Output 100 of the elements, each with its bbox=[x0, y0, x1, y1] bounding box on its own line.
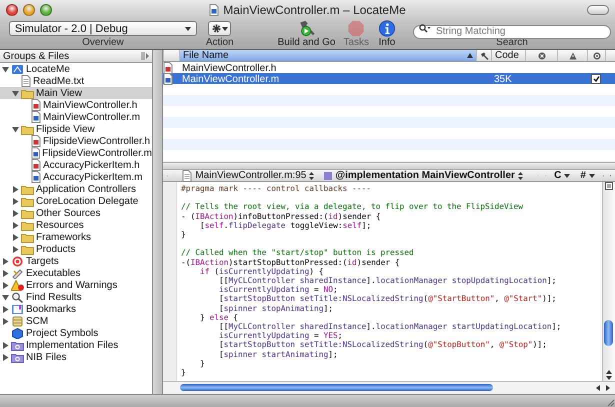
tree-item[interactable]: Flipside View bbox=[0, 123, 152, 135]
disclosure-triangle-icon[interactable] bbox=[12, 246, 19, 252]
hammer-icon bbox=[480, 52, 488, 60]
project-icon bbox=[11, 64, 24, 74]
source-file-icon bbox=[31, 111, 41, 123]
file-popup[interactable]: MainViewController.m:95 bbox=[180, 170, 316, 182]
action-button[interactable] bbox=[208, 21, 232, 36]
scroll-down-arrow-icon[interactable] bbox=[606, 375, 612, 381]
horizontal-scrollbar[interactable] bbox=[163, 381, 615, 394]
disclosure-triangle-icon[interactable] bbox=[2, 270, 9, 276]
close-button[interactable] bbox=[6, 4, 18, 16]
scroll-left-arrow-icon[interactable] bbox=[595, 385, 601, 391]
caret-icon bbox=[184, 26, 191, 30]
scroll-right-arrow-icon[interactable] bbox=[605, 385, 611, 391]
symbol-popup[interactable]: @implementation MainViewController bbox=[322, 170, 525, 181]
tree-item[interactable]: FlipsideViewController.h bbox=[0, 135, 152, 147]
disclosure-triangle-icon[interactable] bbox=[2, 318, 9, 324]
sidebar-title: Groups & Files bbox=[3, 50, 70, 62]
tree-item[interactable]: AccuracyPickerItem.m bbox=[0, 171, 152, 183]
column-header[interactable]: Code bbox=[491, 50, 525, 61]
target-icon bbox=[11, 256, 24, 266]
folder-icon bbox=[21, 208, 34, 218]
table-cell-text: 35K bbox=[493, 74, 513, 84]
checkbox[interactable] bbox=[591, 74, 601, 84]
database-icon bbox=[11, 316, 24, 326]
scrollbar-thumb[interactable] bbox=[604, 320, 613, 346]
tree-item[interactable]: AccuracyPickerItem.h bbox=[0, 159, 152, 171]
tree-item[interactable]: LocateMe bbox=[0, 63, 152, 75]
disclosure-triangle-icon[interactable] bbox=[2, 258, 9, 264]
tree-item[interactable]: Other Sources bbox=[0, 207, 152, 219]
folder-icon bbox=[21, 232, 34, 242]
tree-item[interactable]: Resources bbox=[0, 219, 152, 231]
tree-item[interactable]: NIB Files bbox=[0, 351, 152, 363]
folder-icon bbox=[21, 244, 34, 254]
scrollbar-thumb[interactable] bbox=[180, 384, 493, 391]
caret-icon bbox=[564, 174, 570, 178]
disclosure-triangle-icon[interactable] bbox=[12, 198, 19, 204]
tree-item[interactable]: Implementation Files bbox=[0, 339, 152, 351]
tree-item[interactable]: SCM bbox=[0, 315, 152, 327]
document-icon bbox=[182, 170, 192, 182]
window-title: MainViewController.m – LocateMe bbox=[223, 2, 406, 16]
table-cell-text: MainViewController.m bbox=[181, 74, 280, 84]
search-field[interactable]: String Matching bbox=[413, 24, 611, 38]
disclosure-triangle-icon[interactable] bbox=[12, 222, 19, 228]
resize-grip-icon[interactable] bbox=[606, 398, 615, 407]
header-file-icon bbox=[163, 62, 173, 74]
tree-item[interactable]: Errors and Warnings bbox=[0, 279, 152, 291]
menu-button[interactable]: # bbox=[578, 170, 597, 181]
split-handle[interactable] bbox=[163, 162, 615, 170]
toolbar-label: Overview bbox=[82, 37, 124, 48]
folder-icon bbox=[21, 184, 34, 194]
tree-item[interactable]: Application Controllers bbox=[0, 183, 152, 195]
disclosure-triangle-icon[interactable] bbox=[2, 294, 9, 300]
disclosure-triangle-icon[interactable] bbox=[12, 126, 19, 132]
toolbar-button[interactable]: Build and Go bbox=[278, 19, 336, 49]
tree-item[interactable]: Executables bbox=[0, 267, 152, 279]
tree-item[interactable]: Targets bbox=[0, 255, 152, 267]
disclosure-triangle-icon[interactable] bbox=[2, 306, 9, 312]
caret-icon bbox=[588, 174, 595, 178]
disclosure-triangle-icon[interactable] bbox=[12, 234, 19, 240]
disclosure-triangle-icon[interactable] bbox=[2, 354, 9, 360]
disclosure-triangle-icon[interactable] bbox=[2, 66, 9, 72]
tree-item[interactable]: Find Results bbox=[0, 291, 152, 303]
table-row[interactable]: MainViewController.m 35K bbox=[163, 73, 615, 84]
zoom-button[interactable] bbox=[40, 4, 52, 16]
minimize-button[interactable] bbox=[23, 4, 35, 16]
tree-item[interactable]: FlipsideViewController.m bbox=[0, 147, 152, 159]
smart-folder-icon bbox=[11, 352, 24, 362]
vertical-scrollbar[interactable] bbox=[602, 182, 615, 381]
stop-sign-icon bbox=[346, 20, 366, 37]
smart-folder-icon bbox=[11, 340, 24, 350]
tree-item[interactable]: Frameworks bbox=[0, 231, 152, 243]
tree-item[interactable]: ReadMe.txt bbox=[0, 75, 152, 87]
cube-icon bbox=[11, 328, 24, 338]
toolbar-toggle-button[interactable] bbox=[587, 4, 609, 14]
column-header[interactable]: File Name bbox=[179, 50, 476, 61]
tree-item[interactable]: Bookmarks bbox=[0, 303, 152, 315]
scroll-up-arrow-icon[interactable] bbox=[606, 369, 612, 375]
warning-icon bbox=[568, 52, 576, 60]
tree-item[interactable]: MainViewController.h bbox=[0, 99, 152, 111]
document-icon bbox=[21, 75, 31, 87]
split-view-icon[interactable] bbox=[141, 52, 150, 60]
disclosure-triangle-icon[interactable] bbox=[12, 90, 19, 96]
toolbar-button[interactable]: Info bbox=[377, 19, 397, 49]
book-icon bbox=[11, 304, 24, 314]
tree-item[interactable]: Main View bbox=[0, 87, 152, 99]
scheme-popup[interactable]: Simulator - 2.0 | Debug bbox=[8, 21, 197, 36]
disclosure-triangle-icon[interactable] bbox=[2, 282, 9, 288]
sort-arrow-icon bbox=[467, 53, 473, 58]
tree-item[interactable]: Products bbox=[0, 243, 152, 255]
disclosure-triangle-icon[interactable] bbox=[12, 186, 19, 192]
menu-button[interactable]: C bbox=[552, 170, 572, 181]
source-file-icon bbox=[163, 73, 173, 85]
table-cell-text: MainViewController.h bbox=[181, 62, 278, 74]
disclosure-triangle-icon[interactable] bbox=[2, 342, 9, 348]
document-icon bbox=[209, 4, 220, 16]
tree-item[interactable]: MainViewController.m bbox=[0, 111, 152, 123]
disclosure-triangle-icon[interactable] bbox=[12, 210, 19, 216]
tree-item[interactable]: CoreLocation Delegate bbox=[0, 195, 152, 207]
tree-item[interactable]: Project Symbols bbox=[0, 327, 152, 339]
